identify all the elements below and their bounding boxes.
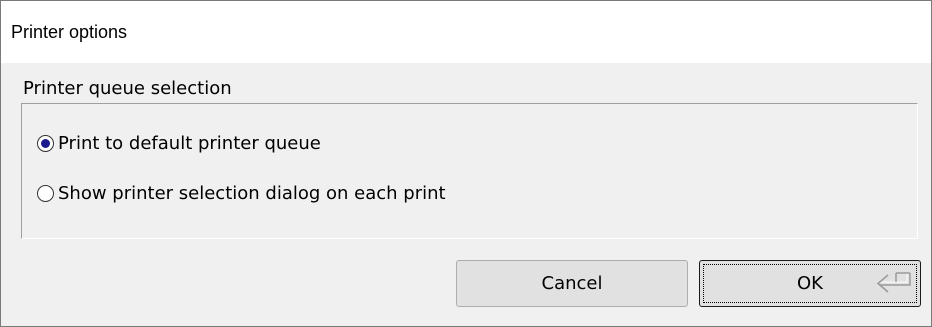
enter-key-icon: [876, 272, 911, 293]
radio-default-queue[interactable]: Print to default printer queue: [37, 133, 321, 154]
radio-show-dialog[interactable]: Show printer selection dialog on each pr…: [37, 183, 446, 204]
cancel-button[interactable]: Cancel: [456, 260, 688, 307]
group-box: [21, 103, 918, 239]
ok-button-label: OK: [797, 273, 823, 294]
dialog-content: Printer queue selection Print to default…: [1, 63, 931, 326]
printer-options-dialog: Printer options Printer queue selection …: [0, 0, 932, 327]
radio-label-default-queue[interactable]: Print to default printer queue: [58, 133, 321, 154]
radio-dot: [41, 139, 50, 148]
ok-button[interactable]: OK: [699, 260, 921, 307]
radio-label-show-dialog[interactable]: Show printer selection dialog on each pr…: [58, 183, 446, 204]
group-label: Printer queue selection: [23, 78, 232, 99]
window-title: Printer options: [11, 22, 128, 42]
radio-button-unselected[interactable]: [37, 185, 54, 202]
radio-button-selected[interactable]: [37, 135, 54, 152]
title-bar[interactable]: Printer options: [1, 1, 931, 63]
